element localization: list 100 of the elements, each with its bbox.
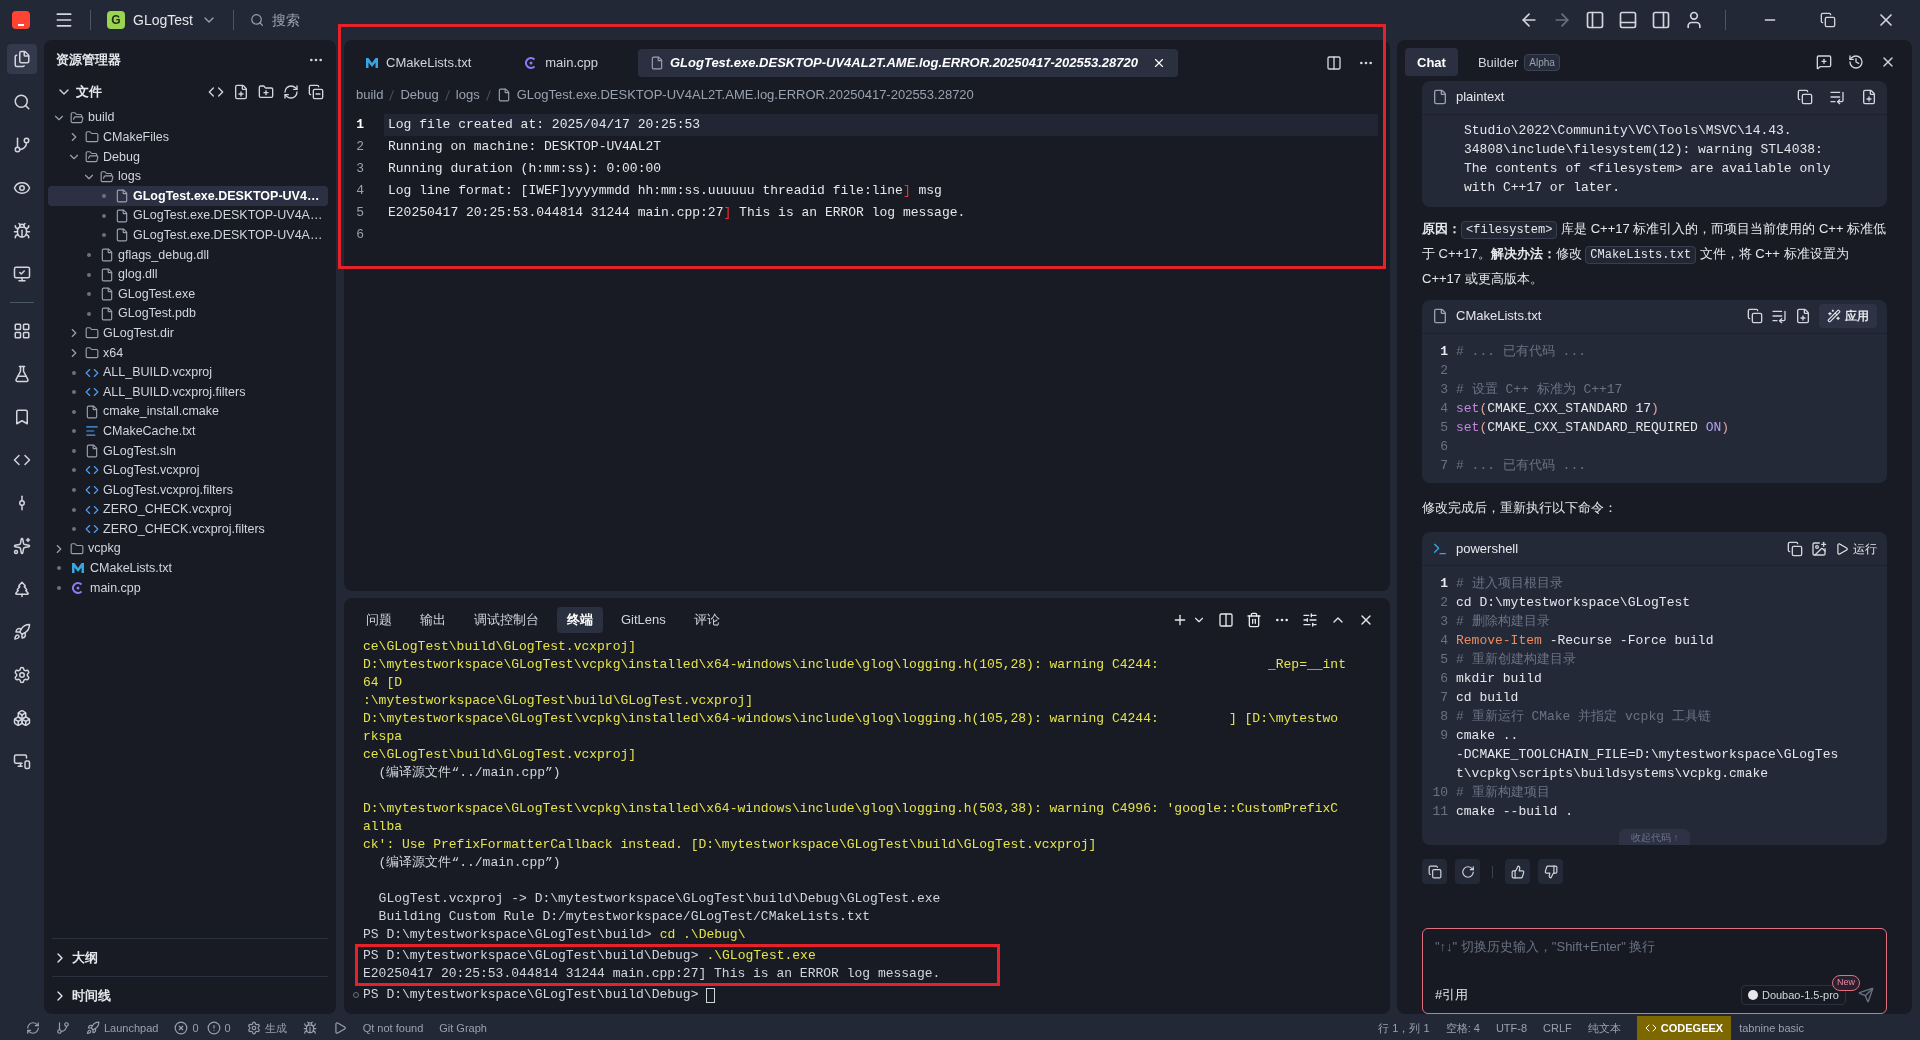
tree-item[interactable]: CMakeFiles	[48, 127, 328, 148]
file-icon	[115, 208, 129, 223]
collapse-all-icon[interactable]	[308, 84, 324, 100]
insert-icon[interactable]	[1829, 89, 1845, 105]
split-editor-icon[interactable]	[1326, 55, 1342, 71]
panel-tab[interactable]: 评论	[683, 607, 730, 633]
chat-tab[interactable]: Chat	[1405, 48, 1458, 77]
editor-tab[interactable]: CMakeLists.txt	[352, 49, 484, 77]
copy-icon[interactable]	[1422, 859, 1447, 884]
breadcrumb-item[interactable]: build	[356, 85, 384, 105]
panel-tab[interactable]: 输出	[410, 607, 456, 633]
play-icon[interactable]	[332, 1021, 347, 1035]
status-item[interactable]: Git Graph	[439, 1019, 487, 1037]
bottom-panel-icon[interactable]	[1618, 10, 1638, 30]
tree-item[interactable]: main.cpp	[48, 578, 328, 598]
history-icon[interactable]	[1848, 54, 1864, 71]
status-item[interactable]: Qt not found	[362, 1019, 424, 1037]
tree-item[interactable]: ZERO_CHECK.vcxproj	[48, 499, 328, 520]
editor-tab[interactable]: main.cpp	[511, 49, 610, 77]
project-switcher[interactable]: G GLogTest	[107, 9, 217, 31]
tree-item[interactable]: GLogTest.sln	[48, 441, 328, 461]
breadcrumb-item[interactable]: logs	[455, 85, 480, 105]
tree-item[interactable]: GLogTest.exe.DESKTOP-UV4A…	[48, 225, 328, 246]
reference-button[interactable]: #引用	[1435, 985, 1469, 1005]
status-item[interactable]: 纯文本	[1587, 1019, 1621, 1037]
branch-icon[interactable]	[56, 1021, 70, 1035]
files-icon[interactable]	[7, 44, 37, 74]
tree-item[interactable]: glog.dll	[48, 264, 328, 285]
tree-item[interactable]: GLogTest.pdb	[48, 303, 328, 324]
left-panel-icon[interactable]	[1585, 10, 1605, 30]
panel-tab[interactable]: 终端	[557, 607, 603, 633]
split-icon[interactable]	[1218, 612, 1234, 628]
insert-icon[interactable]	[1811, 540, 1827, 557]
section-title[interactable]: 文件	[76, 82, 102, 102]
section-header[interactable]: 时间线	[52, 976, 328, 1014]
tree-item[interactable]: logs	[48, 166, 328, 187]
breadcrumb-item[interactable]: GLogTest.exe.DESKTOP-UV4AL2T.AME.log.ERROR.20250417-202553.28720	[516, 85, 974, 105]
code-icon[interactable]	[208, 84, 224, 100]
tree-item[interactable]: build	[48, 108, 328, 128]
search-field[interactable]: 搜索	[249, 9, 450, 31]
terminal-line: ce\GLogTest\build\GLogTest.vcxproj]	[363, 746, 638, 764]
chat-input[interactable]: "↑↓" 切换历史输入，"Shift+Enter" 换行	[1435, 937, 1874, 957]
panel-tab[interactable]: 问题	[356, 607, 402, 633]
account-icon[interactable]	[1684, 10, 1704, 30]
breadcrumb-item[interactable]: Debug	[400, 85, 439, 105]
tree-item[interactable]: GLogTest.exe.DESKTOP-UV4…	[48, 186, 328, 206]
tree-item[interactable]: GLogTest.vcxproj	[48, 460, 328, 481]
copy-icon[interactable]	[1787, 540, 1803, 557]
editor-tab[interactable]: GLogTest.exe.DESKTOP-UV4AL2T.AME.log.ERROR.20250417-202553.28720	[638, 49, 1178, 77]
new-chat-icon[interactable]	[1816, 54, 1832, 71]
send-icon[interactable]	[1858, 987, 1874, 1003]
tree-item[interactable]: GLogTest.exe	[48, 284, 328, 304]
chat-tab[interactable]: Builder Alpha	[1465, 48, 1572, 77]
sliders-icon[interactable]	[1302, 612, 1318, 628]
launchpad-button[interactable]: Launchpad	[86, 1019, 159, 1037]
model-selector[interactable]: Doubao-1.5-pro	[1740, 985, 1846, 1005]
thumbs-up-icon[interactable]	[1505, 859, 1530, 884]
bug-icon[interactable]	[302, 1021, 317, 1035]
add-icon[interactable]	[1172, 612, 1188, 628]
tree-item[interactable]: ALL_BUILD.vcxproj.filters	[48, 382, 328, 402]
problems-button[interactable]: 0 0	[174, 1019, 231, 1037]
panel-tab[interactable]: GitLens	[611, 607, 676, 633]
status-item[interactable]: 空格: 4	[1445, 1019, 1480, 1037]
new-file-icon[interactable]	[233, 84, 249, 100]
new-file-icon[interactable]	[1861, 89, 1877, 105]
copy-icon[interactable]	[1747, 308, 1763, 324]
terminal-prompt: PS D:\mytestworkspace\GLogTest\build>	[363, 926, 652, 944]
status-item[interactable]: UTF-8	[1495, 1019, 1528, 1037]
codegeex-button[interactable]: CODEGEEX	[1636, 1016, 1732, 1040]
tree-item[interactable]: Debug	[48, 147, 328, 167]
panel-tab[interactable]: 调试控制台	[464, 607, 549, 633]
section-header[interactable]: 大纲	[52, 938, 328, 976]
tree-item[interactable]: cmake_install.cmake	[48, 401, 328, 422]
right-panel-icon[interactable]	[1651, 10, 1671, 30]
status-item[interactable]: CRLF	[1543, 1019, 1572, 1037]
sync-icon[interactable]	[26, 1021, 40, 1035]
tree-item[interactable]: gflags_debug.dll	[48, 245, 328, 265]
trash-icon[interactable]	[1246, 612, 1262, 628]
apply-button[interactable]: 应用	[1819, 304, 1877, 328]
run-button[interactable]: 运行	[1835, 539, 1877, 558]
refresh-icon[interactable]	[283, 84, 299, 100]
tree-item[interactable]: GLogTest.vcxproj.filters	[48, 480, 328, 500]
status-item[interactable]: tabnine basic	[1739, 1019, 1804, 1037]
status-item[interactable]: 行 1，列 1	[1378, 1019, 1430, 1037]
copy-icon[interactable]	[1797, 89, 1813, 105]
tree-item[interactable]: ALL_BUILD.vcxproj	[48, 362, 328, 383]
new-file-icon[interactable]	[1795, 308, 1811, 324]
tree-item[interactable]: GLogTest.exe.DESKTOP-UV4A…	[48, 205, 328, 226]
insert-icon[interactable]	[1771, 308, 1787, 324]
tree-item[interactable]: CMakeLists.txt	[48, 558, 328, 579]
regenerate-icon[interactable]	[1455, 859, 1480, 884]
menu-icon[interactable]	[54, 10, 74, 30]
tree-item[interactable]: ZERO_CHECK.vcxproj.filters	[48, 519, 328, 540]
tree-item[interactable]: x64	[48, 343, 328, 363]
new-folder-icon[interactable]	[258, 84, 274, 100]
build-button[interactable]: 生成	[246, 1019, 287, 1037]
thumbs-down-icon[interactable]	[1538, 859, 1563, 884]
tree-item[interactable]: vcpkg	[48, 539, 328, 559]
tree-item[interactable]: GLogTest.dir	[48, 323, 328, 344]
tree-item[interactable]: CMakeCache.txt	[48, 421, 328, 442]
